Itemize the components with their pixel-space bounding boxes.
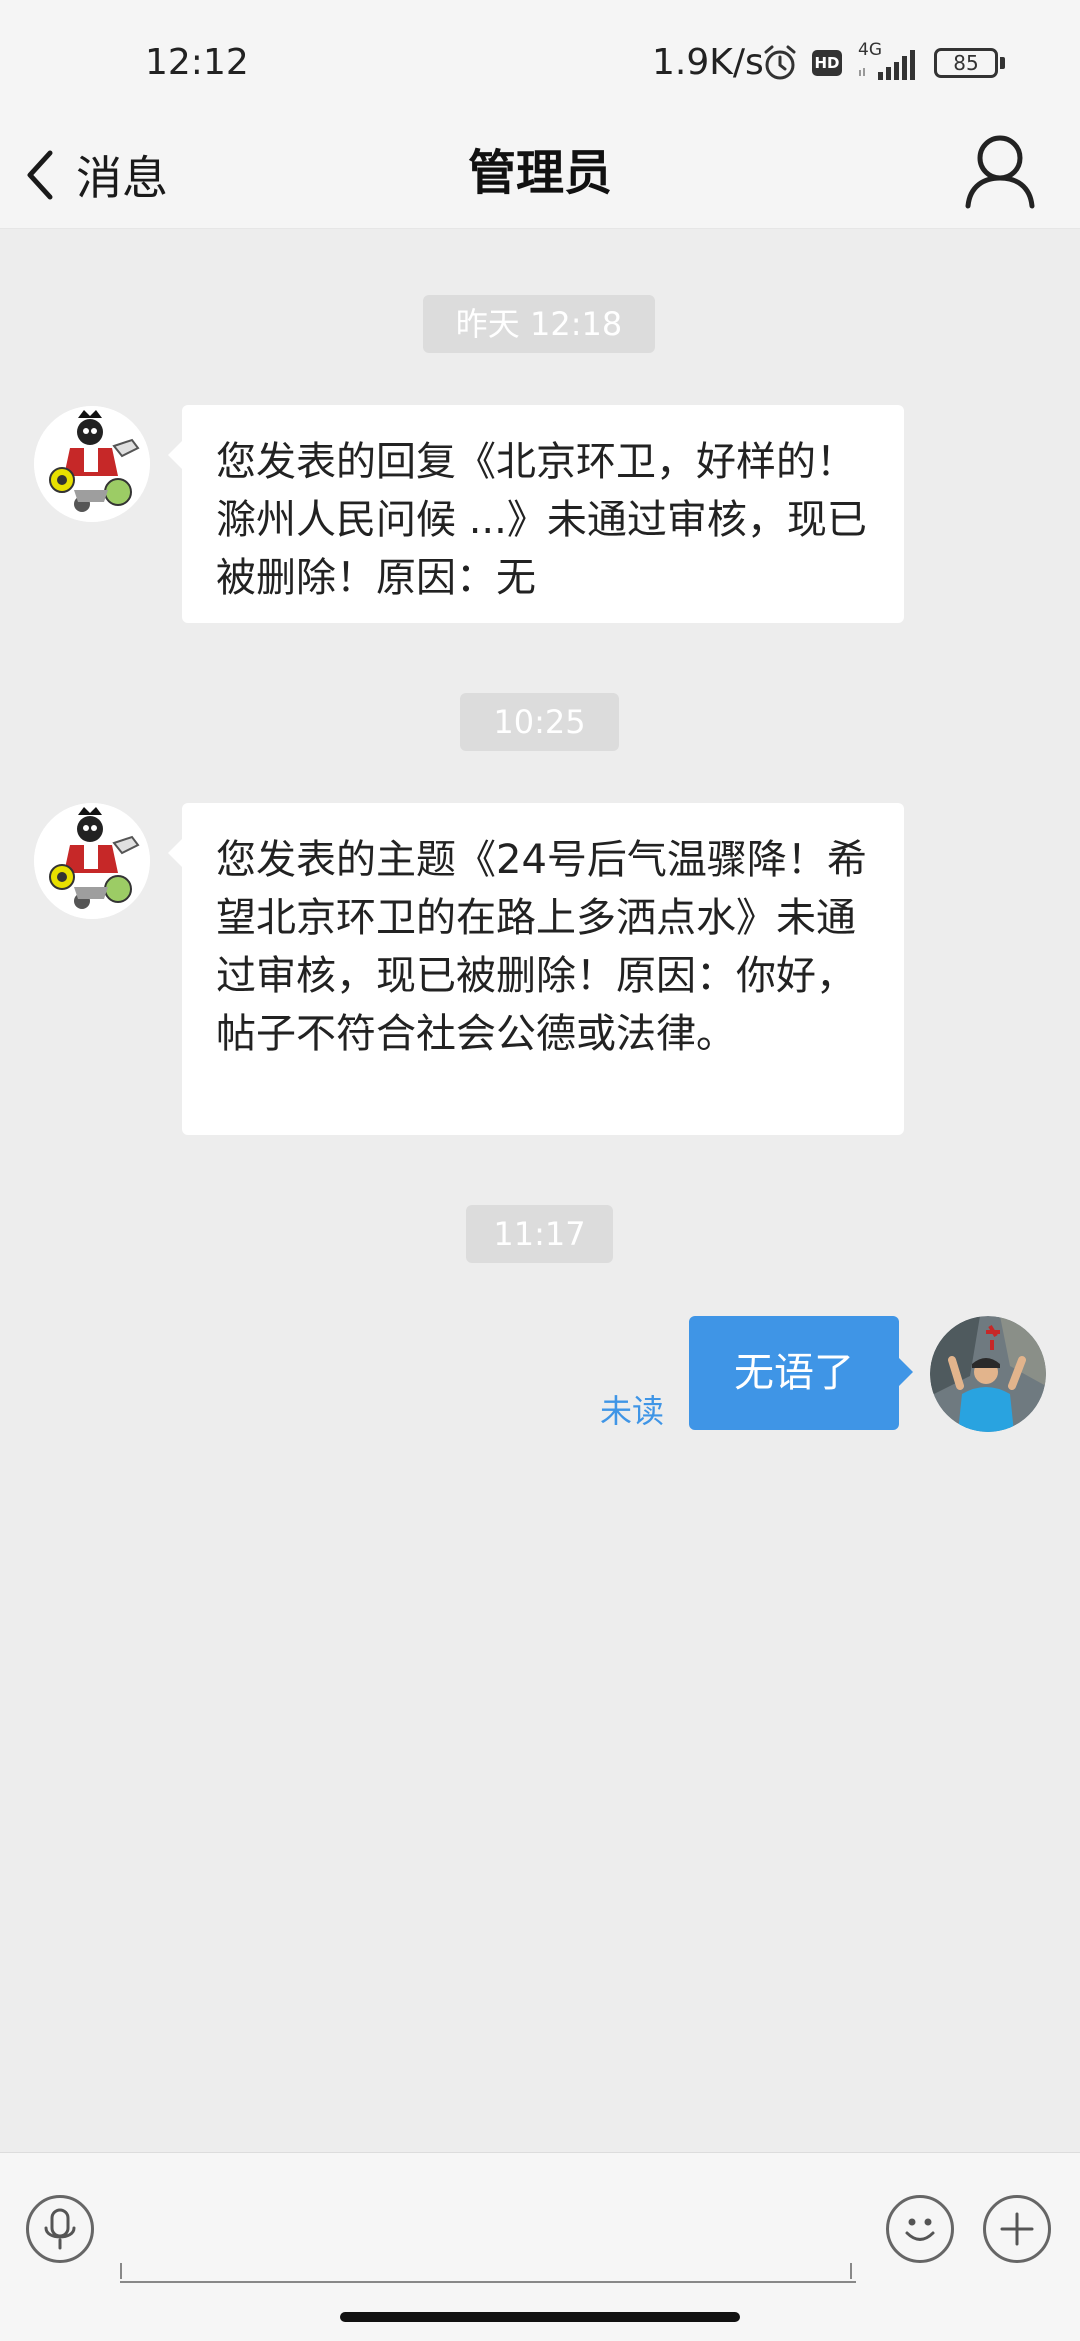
message-bubble-outgoing[interactable]: 无语了 bbox=[689, 1316, 913, 1430]
status-bar: 12:12 1.9K/s HD 4G 85 bbox=[0, 0, 1080, 120]
battery-icon: 85 bbox=[934, 48, 998, 78]
network-speed: 1.9K/s bbox=[652, 42, 764, 83]
back-label: 消息 bbox=[76, 151, 168, 205]
microphone-icon bbox=[44, 2208, 76, 2250]
message-input[interactable] bbox=[120, 2213, 856, 2283]
back-button[interactable]: 消息 bbox=[20, 135, 168, 215]
unread-status: 未读 bbox=[600, 1392, 665, 1430]
emoji-button[interactable] bbox=[886, 2195, 954, 2263]
hd-icon: HD bbox=[812, 50, 842, 76]
message-bubble-incoming[interactable]: 您发表的主题《24号后气温骤降！希望北京环卫的在路上多洒点水》未通过审核，现已被… bbox=[168, 803, 904, 1135]
timestamp-chip: 10:25 bbox=[460, 693, 619, 751]
user-photo-avatar bbox=[930, 1316, 1046, 1432]
signal-icon bbox=[859, 50, 915, 80]
input-edge-right bbox=[850, 2263, 852, 2279]
emoji-icon bbox=[905, 2218, 935, 2241]
message-bubble-incoming[interactable]: 您发表的回复《北京环卫，好样的！滁州人民问候 ...》未通过审核，现已被删除！原… bbox=[168, 405, 904, 623]
admin-mascot-avatar bbox=[34, 803, 150, 919]
timestamp-chip: 11:17 bbox=[466, 1205, 613, 1263]
nav-bar: 消息 管理员 bbox=[0, 120, 1080, 229]
plus-icon bbox=[1000, 2212, 1034, 2246]
timestamp-chip: 昨天 12:18 bbox=[423, 295, 655, 353]
admin-avatar[interactable] bbox=[34, 803, 150, 919]
user-avatar[interactable] bbox=[930, 1316, 1046, 1432]
more-button[interactable] bbox=[983, 2195, 1051, 2263]
back-chevron-icon bbox=[27, 150, 53, 200]
status-time: 12:12 bbox=[145, 42, 249, 83]
input-edge-left bbox=[120, 2263, 122, 2279]
profile-button[interactable] bbox=[962, 128, 1038, 214]
admin-avatar[interactable] bbox=[34, 406, 150, 522]
voice-input-button[interactable] bbox=[26, 2195, 94, 2263]
profile-icon bbox=[965, 135, 1035, 209]
home-indicator[interactable] bbox=[340, 2312, 740, 2322]
page-title: 管理员 bbox=[467, 145, 612, 201]
admin-mascot-avatar bbox=[34, 406, 150, 522]
battery-tip bbox=[1000, 57, 1005, 69]
alarm-icon bbox=[764, 45, 796, 80]
